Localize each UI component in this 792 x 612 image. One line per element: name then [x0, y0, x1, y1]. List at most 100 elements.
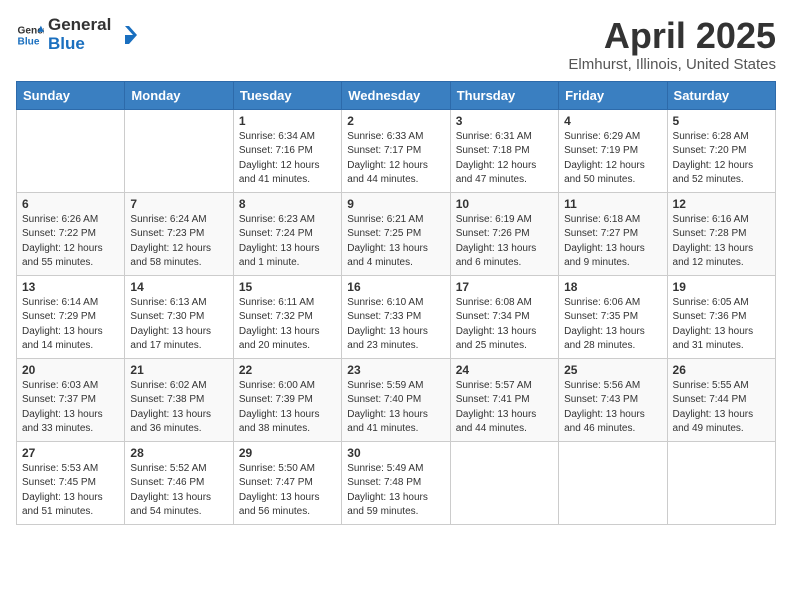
calendar-day-cell: [450, 441, 558, 524]
calendar-day-cell: [559, 441, 667, 524]
day-detail: Sunrise: 6:08 AMSunset: 7:34 PMDaylight:…: [456, 296, 553, 354]
calendar-day-cell: 19 Sunrise: 6:05 AMSunset: 7:36 PMDayligh…: [667, 275, 775, 358]
calendar-day-cell: 1 Sunrise: 6:34 AMSunset: 7:16 PMDaylight…: [233, 109, 341, 192]
calendar-week-row: 13 Sunrise: 6:14 AMSunset: 7:29 PMDayligh…: [17, 275, 776, 358]
day-number: 3: [456, 114, 553, 128]
day-detail: Sunrise: 5:55 AMSunset: 7:44 PMDaylight:…: [673, 379, 770, 437]
calendar-day-cell: 15Sunrise: 6:11 AMSunset: 7:32 PMDayligh…: [233, 275, 341, 358]
day-detail: Sunrise: 5:53 AMSunset: 7:45 PMDaylight:…: [22, 462, 119, 520]
day-detail: Sunrise: 6:02 AMSunset: 7:38 PMDaylight:…: [130, 379, 227, 437]
calendar-week-row: 27 Sunrise: 5:53 AMSunset: 7:45 PMDayligh…: [17, 441, 776, 524]
logo-blue-text: Blue: [48, 35, 111, 54]
day-number: 8: [239, 197, 336, 211]
calendar-weekday-header: Thursday: [450, 81, 558, 109]
calendar-week-row: 1 Sunrise: 6:34 AMSunset: 7:16 PMDaylight…: [17, 109, 776, 192]
calendar-day-cell: 24 Sunrise: 5:57 AMSunset: 7:41 PMDayligh…: [450, 358, 558, 441]
calendar-day-cell: 26 Sunrise: 5:55 AMSunset: 7:44 PMDayligh…: [667, 358, 775, 441]
day-number: 17: [456, 280, 553, 294]
calendar-day-cell: 7Sunrise: 6:24 AMSunset: 7:23 PMDaylight…: [125, 192, 233, 275]
day-detail: Sunrise: 6:29 AMSunset: 7:19 PMDaylight:…: [564, 130, 661, 188]
calendar-weekday-header: Saturday: [667, 81, 775, 109]
calendar-day-cell: 16 Sunrise: 6:10 AMSunset: 7:33 PMDayligh…: [342, 275, 450, 358]
calendar-day-cell: 30 Sunrise: 5:49 AMSunset: 7:48 PMDayligh…: [342, 441, 450, 524]
calendar-day-cell: 4 Sunrise: 6:29 AMSunset: 7:19 PMDaylight…: [559, 109, 667, 192]
day-detail: Sunrise: 5:57 AMSunset: 7:41 PMDaylight:…: [456, 379, 553, 437]
calendar-day-cell: 14Sunrise: 6:13 AMSunset: 7:30 PMDayligh…: [125, 275, 233, 358]
calendar-day-cell: 13 Sunrise: 6:14 AMSunset: 7:29 PMDayligh…: [17, 275, 125, 358]
day-number: 1: [239, 114, 336, 128]
day-number: 9: [347, 197, 444, 211]
logo-general-text: General: [48, 16, 111, 35]
day-number: 29: [239, 446, 336, 460]
day-detail: Sunrise: 5:52 AMSunset: 7:46 PMDaylight:…: [130, 462, 227, 520]
day-number: 7: [130, 197, 227, 211]
day-detail: Sunrise: 6:16 AMSunset: 7:28 PMDaylight:…: [673, 213, 770, 271]
day-detail: Sunrise: 6:21 AMSunset: 7:25 PMDaylight:…: [347, 213, 444, 271]
day-number: 24: [456, 363, 553, 377]
day-number: 23: [347, 363, 444, 377]
page-subtitle: Elmhurst, Illinois, United States: [568, 56, 776, 73]
calendar-day-cell: 17 Sunrise: 6:08 AMSunset: 7:34 PMDayligh…: [450, 275, 558, 358]
calendar-day-cell: 27 Sunrise: 5:53 AMSunset: 7:45 PMDayligh…: [17, 441, 125, 524]
day-number: 4: [564, 114, 661, 128]
calendar-day-cell: 11Sunrise: 6:18 AMSunset: 7:27 PMDayligh…: [559, 192, 667, 275]
page-header: General Blue General Blue April 2025 Elm…: [16, 16, 776, 73]
day-detail: Sunrise: 6:06 AMSunset: 7:35 PMDaylight:…: [564, 296, 661, 354]
calendar-weekday-header: Sunday: [17, 81, 125, 109]
calendar-weekday-header: Monday: [125, 81, 233, 109]
day-number: 6: [22, 197, 119, 211]
day-number: 16: [347, 280, 444, 294]
calendar-day-cell: 8 Sunrise: 6:23 AMSunset: 7:24 PMDaylight…: [233, 192, 341, 275]
logo-icon: General Blue: [16, 21, 44, 49]
calendar-day-cell: [667, 441, 775, 524]
day-detail: Sunrise: 6:05 AMSunset: 7:36 PMDaylight:…: [673, 296, 770, 354]
calendar-day-cell: 6Sunrise: 6:26 AMSunset: 7:22 PMDaylight…: [17, 192, 125, 275]
day-detail: Sunrise: 5:49 AMSunset: 7:48 PMDaylight:…: [347, 462, 444, 520]
day-detail: Sunrise: 6:19 AMSunset: 7:26 PMDaylight:…: [456, 213, 553, 271]
calendar-weekday-header: Friday: [559, 81, 667, 109]
calendar-weekday-header: Tuesday: [233, 81, 341, 109]
calendar-day-cell: 23 Sunrise: 5:59 AMSunset: 7:40 PMDayligh…: [342, 358, 450, 441]
day-detail: Sunrise: 6:23 AMSunset: 7:24 PMDaylight:…: [239, 213, 336, 271]
calendar-day-cell: 18Sunrise: 6:06 AMSunset: 7:35 PMDayligh…: [559, 275, 667, 358]
day-detail: Sunrise: 6:10 AMSunset: 7:33 PMDaylight:…: [347, 296, 444, 354]
calendar-day-cell: 5 Sunrise: 6:28 AMSunset: 7:20 PMDaylight…: [667, 109, 775, 192]
day-number: 20: [22, 363, 119, 377]
calendar-day-cell: 2 Sunrise: 6:33 AMSunset: 7:17 PMDaylight…: [342, 109, 450, 192]
day-number: 12: [673, 197, 770, 211]
day-number: 27: [22, 446, 119, 460]
calendar-day-cell: 9 Sunrise: 6:21 AMSunset: 7:25 PMDaylight…: [342, 192, 450, 275]
calendar-day-cell: 22Sunrise: 6:00 AMSunset: 7:39 PMDayligh…: [233, 358, 341, 441]
day-number: 21: [130, 363, 227, 377]
day-detail: Sunrise: 6:13 AMSunset: 7:30 PMDaylight:…: [130, 296, 227, 354]
logo-arrow-icon: [115, 24, 137, 46]
calendar-header-row: SundayMondayTuesdayWednesdayThursdayFrid…: [17, 81, 776, 109]
day-number: 30: [347, 446, 444, 460]
day-detail: Sunrise: 5:50 AMSunset: 7:47 PMDaylight:…: [239, 462, 336, 520]
calendar-day-cell: [125, 109, 233, 192]
day-number: 13: [22, 280, 119, 294]
day-number: 11: [564, 197, 661, 211]
day-detail: Sunrise: 6:28 AMSunset: 7:20 PMDaylight:…: [673, 130, 770, 188]
day-detail: Sunrise: 6:11 AMSunset: 7:32 PMDaylight:…: [239, 296, 336, 354]
page-title: April 2025: [568, 16, 776, 56]
day-number: 19: [673, 280, 770, 294]
day-number: 25: [564, 363, 661, 377]
day-number: 2: [347, 114, 444, 128]
day-number: 10: [456, 197, 553, 211]
calendar-day-cell: 3Sunrise: 6:31 AMSunset: 7:18 PMDaylight…: [450, 109, 558, 192]
calendar-day-cell: 29 Sunrise: 5:50 AMSunset: 7:47 PMDayligh…: [233, 441, 341, 524]
logo: General Blue General Blue: [16, 16, 137, 53]
day-number: 5: [673, 114, 770, 128]
day-detail: Sunrise: 6:34 AMSunset: 7:16 PMDaylight:…: [239, 130, 336, 188]
day-detail: Sunrise: 6:33 AMSunset: 7:17 PMDaylight:…: [347, 130, 444, 188]
calendar-week-row: 6Sunrise: 6:26 AMSunset: 7:22 PMDaylight…: [17, 192, 776, 275]
calendar-day-cell: 10 Sunrise: 6:19 AMSunset: 7:26 PMDayligh…: [450, 192, 558, 275]
title-block: April 2025 Elmhurst, Illinois, United St…: [568, 16, 776, 73]
day-detail: Sunrise: 5:59 AMSunset: 7:40 PMDaylight:…: [347, 379, 444, 437]
day-number: 28: [130, 446, 227, 460]
day-detail: Sunrise: 6:14 AMSunset: 7:29 PMDaylight:…: [22, 296, 119, 354]
svg-text:Blue: Blue: [18, 36, 40, 47]
calendar-day-cell: 20Sunrise: 6:03 AMSunset: 7:37 PMDayligh…: [17, 358, 125, 441]
day-number: 26: [673, 363, 770, 377]
